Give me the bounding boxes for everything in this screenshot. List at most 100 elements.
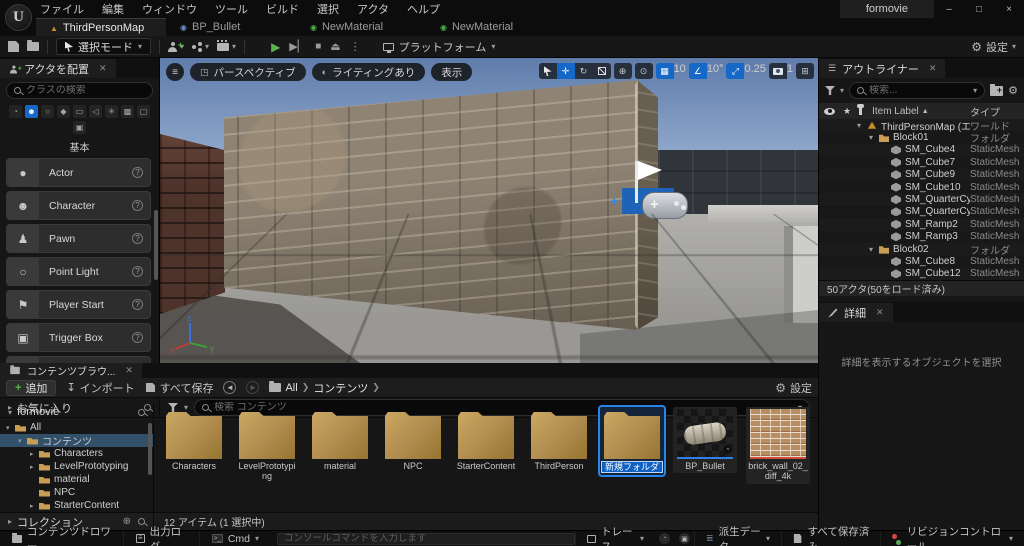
derived-data-dropdown[interactable]: ≣ 派生データ▾ bbox=[694, 531, 781, 546]
scrollbar[interactable] bbox=[148, 423, 152, 475]
help-icon[interactable]: ? bbox=[132, 332, 143, 343]
outliner-row[interactable]: SM_QuarterCylinde StaticMesh bbox=[819, 206, 1024, 218]
save-all-button[interactable]: すべて保存 bbox=[145, 380, 214, 396]
placeable-actor-item[interactable]: ♟ Pawn ? bbox=[6, 224, 151, 253]
outliner-row[interactable]: SM_Ramp2 StaticMesh bbox=[819, 218, 1024, 230]
level-viewport[interactable]: + z x y ≡ ◳パースペクティブ ◐ライティングあり 表示 ✛ ↻ bbox=[160, 58, 818, 363]
actor-category-icon[interactable]: ◁ bbox=[89, 105, 102, 118]
move-gizmo-icon[interactable]: + bbox=[610, 194, 624, 208]
menu-item[interactable]: ヘルプ bbox=[407, 1, 440, 17]
asset-tile[interactable]: Characters bbox=[162, 407, 226, 473]
placeable-actor-item[interactable]: ⚑ Player Start ? bbox=[6, 290, 151, 319]
revision-control-dropdown[interactable]: リビジョンコントロール▾ bbox=[880, 531, 1024, 546]
outliner-row[interactable]: ▾ Block01 フォルダ bbox=[819, 131, 1024, 143]
outliner-row[interactable]: SM_Cube9 StaticMesh bbox=[819, 169, 1024, 181]
maximize-viewport-button[interactable]: ⊞ bbox=[796, 63, 814, 79]
actor-category-icon[interactable]: ◆ bbox=[57, 105, 70, 118]
add-collection-icon[interactable]: ⊕ bbox=[123, 516, 131, 527]
help-icon[interactable]: ? bbox=[132, 200, 143, 211]
world-local-toggle[interactable]: ⊕ bbox=[614, 63, 632, 79]
gamepad-icon[interactable] bbox=[642, 192, 688, 219]
outliner-row[interactable]: SM_Cube7 StaticMesh bbox=[819, 156, 1024, 168]
minimize-button[interactable]: – bbox=[934, 0, 964, 18]
content-browser-icon[interactable] bbox=[27, 42, 39, 51]
placeable-actor-item[interactable]: ● Trigger Sphere ? bbox=[6, 356, 151, 363]
asset-tile[interactable]: ◔ BP_Bullet bbox=[673, 407, 737, 473]
grid-snap-value[interactable]: 10 bbox=[674, 63, 686, 79]
camera-speed-button[interactable] bbox=[769, 63, 787, 79]
pin-column-icon[interactable] bbox=[859, 107, 862, 115]
expander-icon[interactable]: ▾ bbox=[869, 245, 879, 254]
play-options-button[interactable]: ⋮ bbox=[350, 40, 361, 53]
outliner-row[interactable]: ▾ Block02 フォルダ bbox=[819, 243, 1024, 255]
eject-button[interactable]: ⏏ bbox=[330, 40, 340, 53]
maximize-button[interactable]: □ bbox=[964, 0, 994, 18]
content-browser-tab[interactable]: コンテンツブラウ... ✕ bbox=[0, 363, 142, 378]
expander-icon[interactable]: ▸ bbox=[30, 450, 39, 458]
close-icon[interactable]: ✕ bbox=[99, 63, 107, 74]
close-icon[interactable]: ✕ bbox=[876, 307, 884, 318]
camera-speed-value[interactable]: 1 bbox=[787, 63, 793, 79]
add-button[interactable]: +追加 bbox=[6, 380, 56, 396]
help-icon[interactable]: ? bbox=[132, 233, 143, 244]
details-tab[interactable]: 詳細 ✕ bbox=[819, 303, 893, 322]
asset-tile[interactable]: StarterContent bbox=[454, 407, 518, 473]
outliner-row[interactable]: SM_Cube8 StaticMesh bbox=[819, 255, 1024, 267]
asset-tile[interactable]: 新規フォルダ bbox=[600, 407, 664, 475]
stop-button[interactable]: ■ bbox=[315, 41, 321, 52]
content-drawer-button[interactable]: コンテンツドロワー bbox=[0, 531, 124, 546]
expander-icon[interactable]: ▸ bbox=[30, 463, 39, 471]
actor-category-icon[interactable]: ▭ bbox=[73, 105, 86, 118]
platform-dropdown[interactable]: プラットフォーム▾ bbox=[383, 39, 496, 55]
rotation-snap-value[interactable]: 10° bbox=[707, 63, 724, 79]
place-actors-tab[interactable]: アクタを配置 ✕ bbox=[0, 59, 116, 78]
rotation-snap-toggle[interactable]: ∠ bbox=[689, 63, 707, 79]
close-icon[interactable]: ✕ bbox=[929, 63, 937, 74]
actor-category-icon[interactable]: ☻ bbox=[25, 105, 38, 118]
scale-tool-button[interactable] bbox=[593, 63, 611, 79]
expander-icon[interactable]: ▸ bbox=[30, 502, 39, 510]
settings-dropdown[interactable]: ⚙ 設定▾ bbox=[971, 39, 1016, 55]
actor-category-icon[interactable]: ○ bbox=[41, 105, 54, 118]
search-icon[interactable] bbox=[138, 409, 145, 416]
output-log-button[interactable]: 出力ログ bbox=[124, 531, 199, 546]
cmd-dropdown[interactable]: >_ Cmd▾ bbox=[200, 531, 271, 546]
perspective-dropdown[interactable]: ◳パースペクティブ bbox=[190, 63, 306, 81]
surface-snapping-button[interactable]: ⊙ bbox=[635, 63, 653, 79]
folder-tree-row[interactable]: ▸ LevelPrototyping bbox=[0, 460, 153, 473]
expander-icon[interactable]: ▾ bbox=[869, 133, 879, 142]
help-icon[interactable]: ? bbox=[132, 266, 143, 277]
editor-tab[interactable]: BP_Bullet bbox=[166, 18, 296, 36]
console-command-input[interactable] bbox=[277, 533, 575, 545]
cinematics-dropdown[interactable]: ▾ bbox=[217, 42, 236, 51]
session-icon[interactable]: ◔ bbox=[659, 533, 670, 544]
save-status-button[interactable]: すべて保存済み bbox=[781, 531, 880, 546]
placeable-actor-item[interactable]: ▣ Trigger Box ? bbox=[6, 323, 151, 352]
outliner-row[interactable]: SM_Cube10 StaticMesh bbox=[819, 181, 1024, 193]
trace-dropdown[interactable]: トレース▾ bbox=[575, 531, 655, 546]
viewport-menu-icon[interactable]: ≡ bbox=[166, 63, 184, 81]
add-actor-dropdown[interactable]: ▾ bbox=[168, 42, 184, 52]
editor-tab[interactable]: NewMaterial bbox=[296, 18, 426, 36]
outliner-search-input[interactable]: ▾ bbox=[849, 82, 985, 99]
actor-category-icon[interactable]: ▩ bbox=[121, 105, 134, 118]
outliner-row[interactable]: SM_Cube12 StaticMesh bbox=[819, 268, 1024, 280]
asset-tile[interactable]: ThirdPerson bbox=[527, 407, 591, 473]
close-button[interactable]: × bbox=[994, 0, 1024, 18]
asset-tile[interactable]: NPC bbox=[381, 407, 445, 473]
outliner-row[interactable]: SM_Cube4 StaticMesh bbox=[819, 144, 1024, 156]
asset-tile[interactable]: LevelPrototyping bbox=[235, 407, 299, 484]
help-icon[interactable]: ? bbox=[132, 299, 143, 310]
menu-item[interactable]: ファイル bbox=[40, 1, 84, 17]
expander-icon[interactable]: ▾ bbox=[18, 437, 27, 445]
search-icon[interactable] bbox=[138, 518, 145, 525]
save-icon[interactable] bbox=[8, 41, 19, 52]
show-dropdown[interactable]: 表示 bbox=[431, 63, 472, 81]
actor-category-icon[interactable]: ▣ bbox=[73, 121, 86, 134]
folder-tree-row[interactable]: ▸ Characters bbox=[0, 447, 153, 460]
menu-item[interactable]: ビルド bbox=[266, 1, 299, 17]
expander-icon[interactable]: ▾ bbox=[857, 121, 867, 130]
close-icon[interactable]: ✕ bbox=[125, 365, 133, 376]
frame-skip-button[interactable]: ▶▏ bbox=[289, 40, 306, 53]
play-button[interactable]: ▶ bbox=[271, 40, 280, 54]
